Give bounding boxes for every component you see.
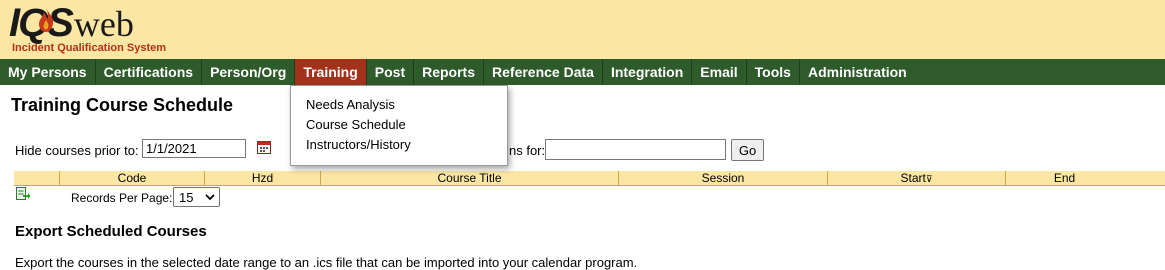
- nav-item-my-persons[interactable]: My Persons: [0, 59, 96, 85]
- search-input[interactable]: [545, 139, 726, 160]
- app-logo[interactable]: IQSweb Incident Qualification System: [9, 2, 189, 58]
- export-section-title: Export Scheduled Courses: [15, 223, 207, 240]
- hide-courses-label: Hide courses prior to:: [15, 143, 139, 158]
- menu-item-instructors-history[interactable]: Instructors/History: [306, 137, 411, 152]
- nav-item-email[interactable]: Email: [692, 59, 747, 85]
- column-session[interactable]: Session: [618, 171, 827, 185]
- app-header: IQSweb Incident Qualification System: [0, 0, 1165, 59]
- column-code[interactable]: Code: [59, 171, 204, 185]
- go-button[interactable]: Go: [731, 139, 764, 161]
- calendar-icon[interactable]: [257, 140, 271, 154]
- nav-item-integration[interactable]: Integration: [603, 59, 693, 85]
- sort-icon: ⊽: [925, 174, 933, 184]
- records-per-page-select[interactable]: 15: [173, 187, 220, 207]
- nav-item-reference-data[interactable]: Reference Data: [484, 59, 603, 85]
- nav-item-reports[interactable]: Reports: [414, 59, 485, 85]
- export-description: Export the courses in the selected date …: [15, 255, 638, 270]
- nav-item-person-org[interactable]: Person/Org: [202, 59, 296, 85]
- records-per-page-value: 15: [179, 190, 194, 205]
- nav-item-certifications[interactable]: Certifications: [96, 59, 203, 85]
- menu-item-needs-analysis[interactable]: Needs Analysis: [306, 97, 395, 112]
- column-course-title[interactable]: Course Title: [320, 171, 618, 185]
- chevron-down-icon: [205, 194, 215, 201]
- table-header: Code Hzd Course Title Session Start⊽ End: [14, 171, 1165, 186]
- training-dropdown-menu: Needs Analysis Course Schedule Instructo…: [290, 85, 508, 166]
- column-start[interactable]: Start⊽: [827, 171, 1005, 185]
- column-hzd[interactable]: Hzd: [204, 171, 320, 185]
- logo-tagline: Incident Qualification System: [12, 42, 167, 54]
- logo-web-text: web: [73, 4, 134, 44]
- hide-before-date-input[interactable]: [142, 139, 246, 158]
- page-title: Training Course Schedule: [11, 95, 234, 115]
- flame-icon: [39, 8, 54, 32]
- column-end[interactable]: End: [1005, 171, 1123, 185]
- nav-item-tools[interactable]: Tools: [747, 59, 800, 85]
- export-icon[interactable]: [16, 187, 31, 201]
- nav-item-administration[interactable]: Administration: [800, 59, 915, 85]
- main-nav: My Persons Certifications Person/Org Tra…: [0, 59, 1165, 85]
- nav-item-training[interactable]: Training: [295, 59, 367, 85]
- records-per-page-label: Records Per Page:: [71, 191, 173, 205]
- column-start-label: Start: [900, 171, 926, 185]
- search-label: ns for:: [509, 143, 546, 158]
- logo-wordmark: IQSweb: [9, 2, 134, 44]
- menu-item-course-schedule[interactable]: Course Schedule: [306, 117, 406, 132]
- nav-item-post[interactable]: Post: [367, 59, 415, 85]
